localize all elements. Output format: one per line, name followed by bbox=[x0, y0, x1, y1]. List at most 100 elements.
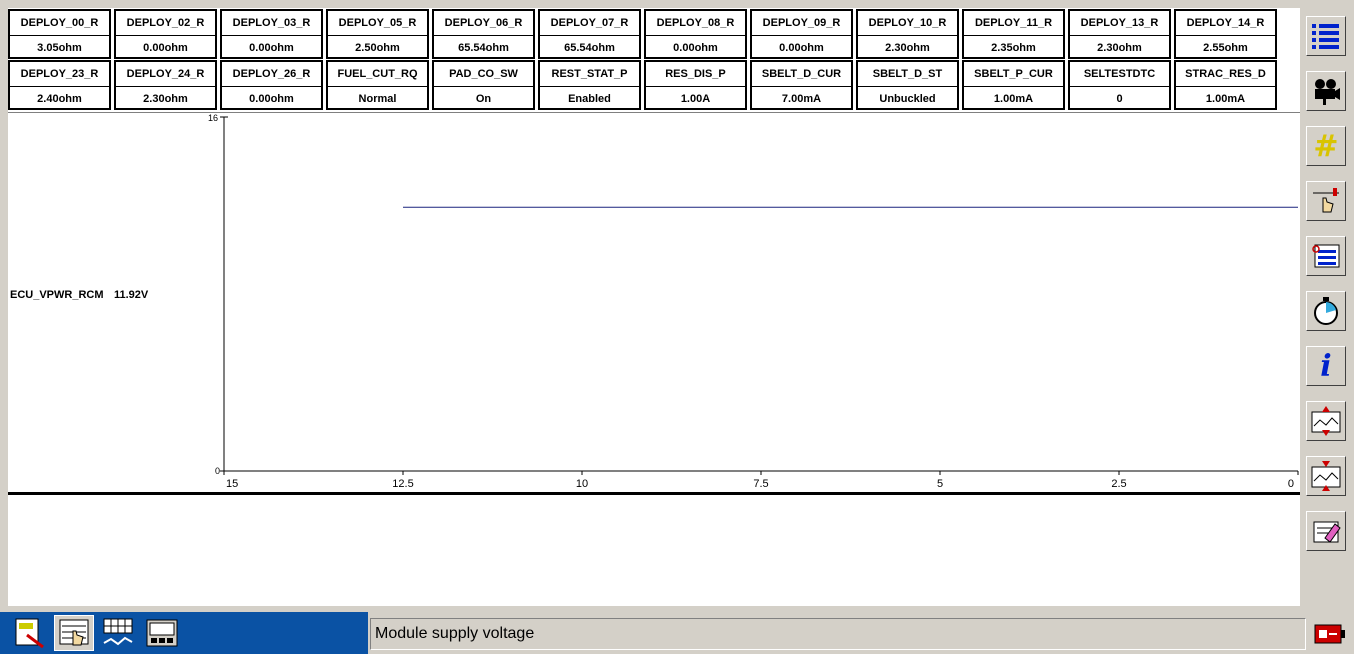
zoom-in-graph-icon bbox=[1311, 406, 1341, 436]
x-tick-label: 12.5 bbox=[392, 478, 413, 490]
pid-name: DEPLOY_00_R bbox=[20, 17, 99, 29]
pid-value: 1.00mA bbox=[964, 86, 1063, 110]
timer-button[interactable] bbox=[1306, 291, 1346, 331]
pid-value: 2.30ohm bbox=[116, 86, 215, 110]
pid-value: 0 bbox=[1070, 86, 1169, 110]
table-view-icon bbox=[103, 618, 133, 646]
pid-value: 65.54ohm bbox=[540, 35, 639, 59]
pid-name: FUEL_CUT_RQ bbox=[337, 68, 418, 80]
info-icon: i bbox=[1320, 348, 1332, 384]
snapshot-button[interactable] bbox=[1306, 71, 1346, 111]
pid-name: DEPLOY_09_R bbox=[762, 17, 841, 29]
voltage-chart[interactable]: 16 0 15 12.5 10 7.5 5 2.5 0 bbox=[8, 113, 1300, 493]
pid-name: DEPLOY_13_R bbox=[1080, 17, 1159, 29]
pid-cell[interactable]: REST_STAT_P Enabled bbox=[538, 60, 641, 110]
document-button[interactable] bbox=[1306, 236, 1346, 276]
erase-icon bbox=[1313, 521, 1341, 543]
mode-tabs bbox=[0, 612, 368, 654]
datalogger-icon bbox=[59, 619, 89, 646]
hash-icon: # bbox=[1313, 128, 1339, 164]
pid-name: DEPLOY_06_R bbox=[444, 17, 523, 29]
zoom-in-button[interactable] bbox=[1306, 401, 1346, 441]
pid-name: SBELT_P_CUR bbox=[974, 68, 1053, 80]
pid-cell[interactable]: DEPLOY_03_R 0.00ohm bbox=[220, 9, 323, 59]
info-button[interactable]: i bbox=[1306, 346, 1346, 386]
erase-button[interactable] bbox=[1306, 511, 1346, 551]
stopwatch-icon bbox=[1314, 297, 1338, 325]
zoom-out-button[interactable] bbox=[1306, 456, 1346, 496]
pid-name: DEPLOY_11_R bbox=[974, 17, 1053, 29]
pid-value: 1.00A bbox=[646, 86, 745, 110]
pid-value: Unbuckled bbox=[858, 86, 957, 110]
x-tick-label: 10 bbox=[576, 478, 588, 490]
y-tick-label: 16 bbox=[208, 113, 218, 123]
pid-value: 2.35ohm bbox=[964, 35, 1063, 59]
x-tick-label: 15 bbox=[226, 478, 238, 490]
pid-cell[interactable]: STRAC_RES_D 1.00mA bbox=[1174, 60, 1277, 110]
pid-cell[interactable]: SBELT_P_CUR 1.00mA bbox=[962, 60, 1065, 110]
pid-name: DEPLOY_05_R bbox=[338, 17, 417, 29]
pid-value: 7.00mA bbox=[752, 86, 851, 110]
hash-button[interactable]: # bbox=[1306, 126, 1346, 166]
pid-value: 3.05ohm bbox=[10, 35, 109, 59]
pid-value: 0.00ohm bbox=[646, 35, 745, 59]
battery-button[interactable] bbox=[1312, 618, 1348, 650]
pid-cell[interactable]: DEPLOY_09_R 0.00ohm bbox=[750, 9, 853, 59]
x-tick-label: 5 bbox=[937, 478, 943, 490]
main-panel: DEPLOY_00_R 3.05ohm DEPLOY_02_R 0.00ohm DEPL… bbox=[8, 8, 1300, 606]
pid-cell[interactable]: DEPLOY_13_R 2.30ohm bbox=[1068, 9, 1171, 59]
pid-name: DEPLOY_24_R bbox=[126, 68, 205, 80]
pid-name: DEPLOY_07_R bbox=[550, 17, 629, 29]
pid-value: 2.50ohm bbox=[328, 35, 427, 59]
pid-value: 0.00ohm bbox=[222, 35, 321, 59]
pid-value: 1.00mA bbox=[1176, 86, 1275, 110]
pid-name: SBELT_D_CUR bbox=[761, 68, 842, 80]
pid-value: 65.54ohm bbox=[434, 35, 533, 59]
tab-table-view[interactable] bbox=[98, 615, 138, 651]
document-list-icon bbox=[1312, 244, 1340, 268]
tab-recorder[interactable] bbox=[142, 615, 182, 651]
camera-icon bbox=[1315, 79, 1340, 105]
pid-name: DEPLOY_26_R bbox=[232, 68, 311, 80]
pid-value: 2.40ohm bbox=[10, 86, 109, 110]
pid-value: 2.30ohm bbox=[858, 35, 957, 59]
pid-cell[interactable]: RES_DIS_P 1.00A bbox=[644, 60, 747, 110]
pid-cell[interactable]: SELTESTDTC 0 bbox=[1068, 60, 1171, 110]
pid-cell[interactable]: DEPLOY_08_R 0.00ohm bbox=[644, 9, 747, 59]
pid-name: STRAC_RES_D bbox=[1185, 68, 1266, 80]
pid-cell[interactable]: DEPLOY_00_R 3.05ohm bbox=[8, 9, 111, 59]
pid-value: 0.00ohm bbox=[222, 86, 321, 110]
pid-name: RES_DIS_P bbox=[665, 68, 726, 80]
pid-cell[interactable]: DEPLOY_10_R 2.30ohm bbox=[856, 9, 959, 59]
pid-cell[interactable]: DEPLOY_23_R 2.40ohm bbox=[8, 60, 111, 110]
pid-value: 0.00ohm bbox=[116, 35, 215, 59]
cursor-button[interactable] bbox=[1306, 181, 1346, 221]
pid-value: 2.55ohm bbox=[1176, 35, 1275, 59]
chart-area[interactable]: ECU_VPWR_RCM 11.92V 16 0 15 12.5 10 7.5 5 2.5 0 bbox=[8, 112, 1300, 492]
pid-cell[interactable]: DEPLOY_06_R 65.54ohm bbox=[432, 9, 535, 59]
pid-name: DEPLOY_03_R bbox=[232, 17, 311, 29]
pid-cell[interactable]: DEPLOY_07_R 65.54ohm bbox=[538, 9, 641, 59]
pid-grid: DEPLOY_00_R 3.05ohm DEPLOY_02_R 0.00ohm DEPL… bbox=[8, 8, 1300, 112]
pid-name: DEPLOY_08_R bbox=[656, 17, 735, 29]
pid-cell[interactable]: SBELT_D_CUR 7.00mA bbox=[750, 60, 853, 110]
zoom-out-graph-icon bbox=[1311, 461, 1341, 491]
pid-cell[interactable]: FUEL_CUT_RQ Normal bbox=[326, 60, 429, 110]
list-button[interactable] bbox=[1306, 16, 1346, 56]
pid-value: 2.30ohm bbox=[1070, 35, 1169, 59]
pid-cell[interactable]: DEPLOY_11_R 2.35ohm bbox=[962, 9, 1065, 59]
pid-cell[interactable]: PAD_CO_SW On bbox=[432, 60, 535, 110]
pid-cell[interactable]: DEPLOY_14_R 2.55ohm bbox=[1174, 9, 1277, 59]
pid-cell[interactable]: DEPLOY_05_R 2.50ohm bbox=[326, 9, 429, 59]
tab-search-tool[interactable] bbox=[10, 615, 50, 651]
pid-cell[interactable]: SBELT_D_ST Unbuckled bbox=[856, 60, 959, 110]
tab-datalogger[interactable] bbox=[54, 615, 94, 651]
pid-cell[interactable]: DEPLOY_02_R 0.00ohm bbox=[114, 9, 217, 59]
pid-name: DEPLOY_14_R bbox=[1186, 17, 1265, 29]
x-tick-label: 2.5 bbox=[1111, 478, 1126, 490]
pid-name: DEPLOY_23_R bbox=[20, 68, 99, 80]
search-tool-icon bbox=[15, 618, 44, 649]
pid-value: Enabled bbox=[540, 86, 639, 110]
pid-cell[interactable]: DEPLOY_24_R 2.30ohm bbox=[114, 60, 217, 110]
pid-cell[interactable]: DEPLOY_26_R 0.00ohm bbox=[220, 60, 323, 110]
